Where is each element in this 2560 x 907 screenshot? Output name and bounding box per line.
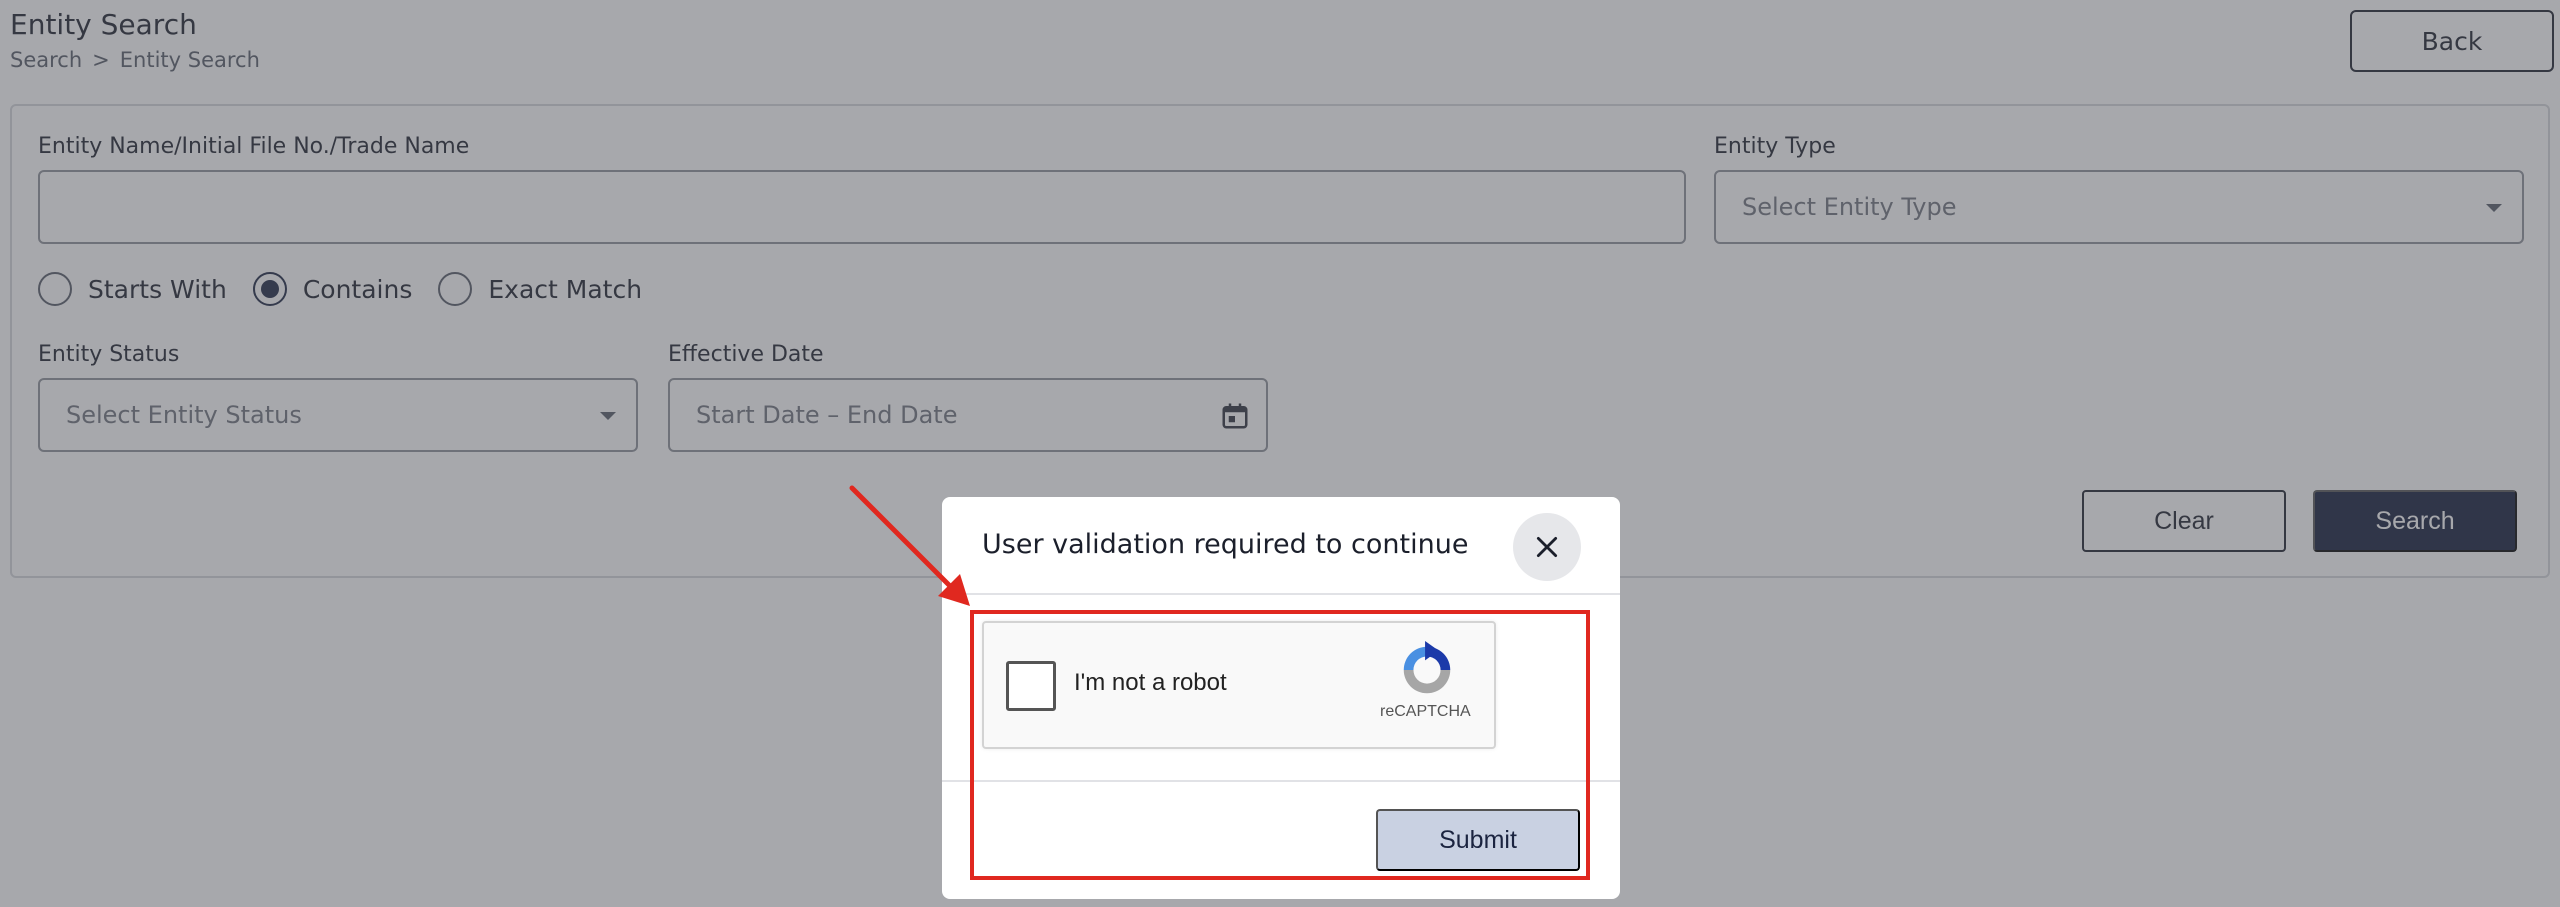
modal-close-button[interactable] [1513,513,1581,581]
close-icon [1536,536,1558,558]
recaptcha-checkbox[interactable] [1006,661,1056,711]
modal-title: User validation required to continue [982,529,1469,560]
submit-button[interactable]: Submit [1376,809,1580,871]
modal-header-divider [942,593,1620,595]
recaptcha-logo-icon [1403,640,1451,694]
recaptcha-brand: reCAPTCHA [1380,703,1471,720]
recaptcha-widget: I'm not a robot reCAPTCHA [982,621,1496,749]
entity-search-page: Entity Search Search > Entity Search Bac… [0,0,2560,907]
modal-footer-divider [942,780,1620,782]
recaptcha-label: I'm not a robot [1074,669,1227,696]
user-validation-modal: User validation required to continue I'm… [942,497,1620,899]
